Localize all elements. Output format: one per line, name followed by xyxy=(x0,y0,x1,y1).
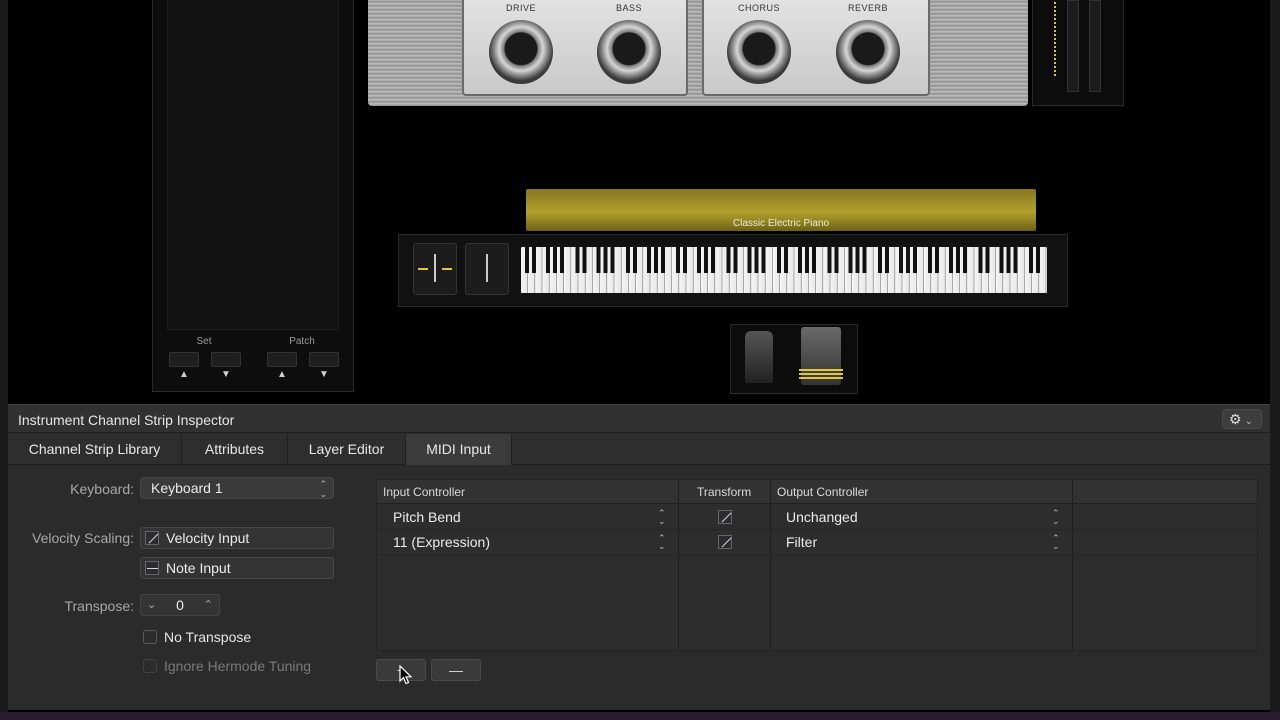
instrument-view: Set Patch ▲ ▼ ▲ ▼ DRIVE BASS CHORUS REVE… xyxy=(8,0,1270,398)
gear-icon: ⚙ xyxy=(1229,411,1242,427)
velocity-input-label: Velocity Input xyxy=(166,530,250,546)
inspector-header: Instrument Channel Strip Inspector ⚙ ⌄ xyxy=(8,405,1270,433)
tab-layer-editor[interactable]: Layer Editor xyxy=(288,434,406,465)
updown-icon: ⌃ ⌄ xyxy=(658,533,666,551)
logic-window: Set Patch ▲ ▼ ▲ ▼ DRIVE BASS CHORUS REVE… xyxy=(0,0,1280,720)
tab-midi-input[interactable]: MIDI Input xyxy=(406,434,512,465)
transpose-stepper[interactable]: ⌄ 0 ⌃ xyxy=(140,594,220,616)
patch-selector-panel: Set Patch ▲ ▼ ▲ ▼ xyxy=(152,0,354,392)
velocity-input-button[interactable]: Velocity Input xyxy=(140,527,334,549)
table-header: Input Controller Transform Output Contro… xyxy=(377,480,1257,504)
set-down-button[interactable] xyxy=(211,352,241,367)
transform-curve-icon[interactable] xyxy=(718,535,732,549)
piano-black-keys[interactable] xyxy=(521,247,1047,273)
expression-pedal-stripes xyxy=(799,369,843,381)
transform-curve-icon[interactable] xyxy=(718,510,732,524)
mod-wheel-mark xyxy=(486,254,488,282)
meter-dots xyxy=(1054,2,1056,76)
reverb-label: REVERB xyxy=(847,3,888,13)
updown-icon: ⌃ ⌄ xyxy=(1052,508,1060,526)
inspector-tabs: Channel Strip Library Attributes Layer E… xyxy=(8,434,1270,465)
amp-head: DRIVE BASS CHORUS REVERB xyxy=(368,0,1028,106)
pitch-wheel-indicator-left xyxy=(418,268,428,270)
channel-strip-inspector: Instrument Channel Strip Inspector ⚙ ⌄ Ch… xyxy=(8,404,1270,710)
remove-row-button[interactable]: — xyxy=(431,659,481,681)
patch-up-arrow-icon: ▲ xyxy=(277,369,287,380)
level-meter xyxy=(1032,0,1124,106)
velocity-curve-icon xyxy=(145,531,159,545)
chorus-knob[interactable] xyxy=(727,20,791,84)
amp-panel-left: DRIVE BASS xyxy=(462,0,688,96)
pedal-box xyxy=(730,324,858,394)
table-row[interactable]: 11 (Expression) ⌃ ⌄ Filter ⌃ ⌄ xyxy=(377,530,1257,555)
gear-menu-button[interactable]: ⚙ ⌄ xyxy=(1222,409,1262,429)
drive-label: DRIVE xyxy=(505,3,536,13)
reverb-knob[interactable] xyxy=(836,20,900,84)
patch-label: Patch xyxy=(289,336,315,347)
no-transpose-checkbox[interactable] xyxy=(143,630,157,644)
header-input-controller: Input Controller xyxy=(383,485,466,499)
keyboard-value: Keyboard 1 xyxy=(151,480,223,496)
updown-icon: ⌃ ⌄ xyxy=(1052,533,1060,551)
header-transform: Transform xyxy=(697,485,752,499)
instrument-nameplate: Classic Electric Piano xyxy=(526,189,1036,231)
table-row[interactable]: Pitch Bend ⌃ ⌄ Unchanged ⌃ ⌄ xyxy=(377,505,1257,530)
patch-down-arrow-icon: ▼ xyxy=(319,369,329,380)
bass-label: BASS xyxy=(615,3,642,13)
chevron-down-icon: ⌄ xyxy=(1244,416,1253,427)
left-edge xyxy=(0,0,8,720)
meter-bar-right xyxy=(1089,0,1101,92)
note-input-label: Note Input xyxy=(166,560,231,576)
tab-channel-strip-library[interactable]: Channel Strip Library xyxy=(8,434,182,465)
mouse-cursor-icon xyxy=(399,665,413,685)
keyboard-popup[interactable]: Keyboard 1 ⌃ ⌄ xyxy=(140,477,334,499)
inspector-title: Instrument Channel Strip Inspector xyxy=(18,412,235,428)
chorus-label: CHORUS xyxy=(737,3,780,13)
ignore-hermode-checkbox[interactable] xyxy=(143,659,157,673)
updown-icon: ⌃ ⌄ xyxy=(319,479,327,499)
note-input-button[interactable]: Note Input xyxy=(140,557,334,579)
patch-display xyxy=(167,0,339,330)
output-controller-popup[interactable]: Unchanged xyxy=(786,509,858,525)
ignore-hermode-label: Ignore Hermode Tuning xyxy=(164,658,312,674)
drive-knob[interactable] xyxy=(489,20,553,84)
bass-knob[interactable] xyxy=(597,20,661,84)
controller-table: Input Controller Transform Output Contro… xyxy=(376,479,1258,651)
keyboard-label: Keyboard: xyxy=(70,481,134,497)
updown-icon: ⌃ ⌄ xyxy=(658,508,666,526)
input-controller-popup[interactable]: 11 (Expression) xyxy=(393,534,490,550)
input-controller-popup[interactable]: Pitch Bend xyxy=(393,509,461,525)
instrument-name: Classic Electric Piano xyxy=(732,218,830,229)
output-controller-popup[interactable]: Filter xyxy=(786,534,817,550)
pitch-wheel-indicator-right xyxy=(442,268,452,270)
tab-attributes[interactable]: Attributes xyxy=(182,434,288,465)
set-down-arrow-icon: ▼ xyxy=(221,369,231,380)
set-label: Set xyxy=(196,336,212,347)
meter-bar-left xyxy=(1067,0,1079,92)
no-transpose-label: No Transpose xyxy=(164,629,252,645)
right-edge xyxy=(1270,0,1280,720)
velocity-scaling-label: Velocity Scaling: xyxy=(32,530,134,546)
dock-edge xyxy=(0,712,1280,720)
mod-wheel[interactable] xyxy=(465,243,509,295)
sustain-pedal[interactable] xyxy=(745,331,773,383)
note-curve-icon xyxy=(145,561,159,575)
header-output-controller: Output Controller xyxy=(777,485,869,499)
keyboard xyxy=(398,234,1068,307)
pitch-wheel-mark xyxy=(434,254,436,282)
increment-icon[interactable]: ⌃ xyxy=(204,595,213,615)
set-up-arrow-icon: ▲ xyxy=(179,369,189,380)
patch-up-button[interactable] xyxy=(267,352,297,367)
transpose-label: Transpose: xyxy=(64,598,134,614)
set-up-button[interactable] xyxy=(169,352,199,367)
pitch-wheel[interactable] xyxy=(413,243,457,295)
patch-down-button[interactable] xyxy=(309,352,339,367)
expression-pedal[interactable] xyxy=(799,327,843,385)
amp-panel-right: CHORUS REVERB xyxy=(702,0,930,96)
